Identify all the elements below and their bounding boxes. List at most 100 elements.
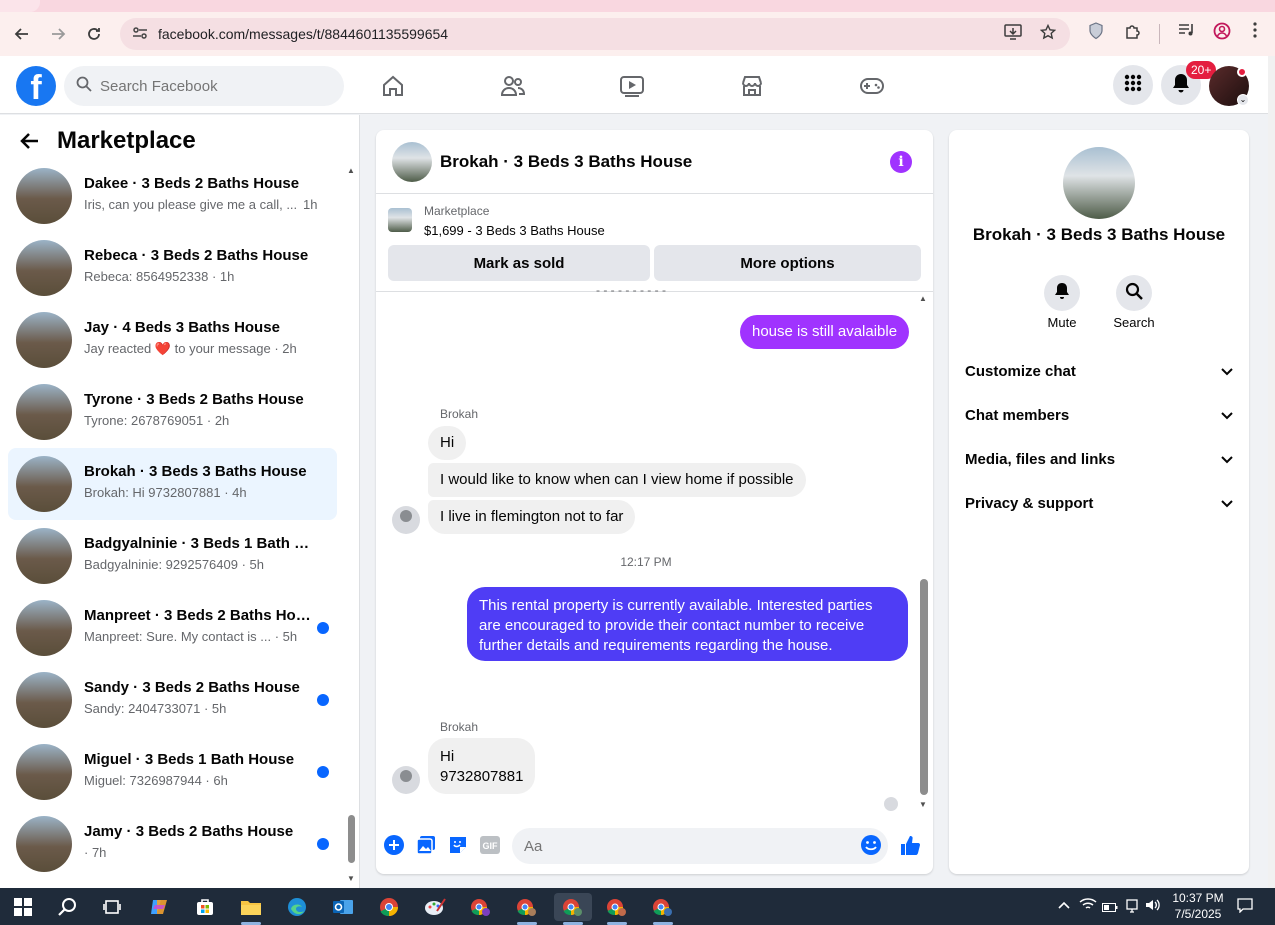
conversation-item[interactable]: Miguel · 3 Beds 1 Bath House Miguel: 7326… [8,736,337,808]
chat-listing-thumbnail[interactable] [392,142,432,182]
conversation-item[interactable]: Jay · 4 Beds 3 Baths House Jay reacted ❤️… [8,304,337,376]
back-arrow-icon[interactable] [8,20,36,48]
conversation-item[interactable]: Manpreet · 3 Beds 2 Baths Hou... Manpreet… [8,592,337,664]
install-app-icon[interactable] [1004,23,1022,45]
facebook-search[interactable] [64,66,344,106]
conversation-preview: Manpreet: Sure. My contact is ... · 5h [84,629,298,644]
wifi-icon[interactable] [1079,897,1097,914]
chrome-profile-icon[interactable] [512,893,542,921]
conversation-name: Manpreet · 3 Beds 2 Baths Hou... [84,607,314,624]
notification-center-icon[interactable] [1237,897,1253,916]
media-control-icon[interactable] [1178,22,1196,43]
customize-chat-row[interactable]: Customize chat [965,357,1233,385]
chrome-profile-icon[interactable] [602,893,632,921]
video-icon[interactable] [612,70,652,102]
clock-time: 10:37 PM [1172,891,1224,905]
file-explorer-icon[interactable] [236,893,266,921]
chat-members-row[interactable]: Chat members [965,401,1233,429]
mute-button[interactable] [1044,275,1080,311]
conversation-item[interactable]: Dakee · 3 Beds 2 Baths House Iris, can yo… [8,160,337,232]
page-scrollbar[interactable] [1268,56,1275,888]
taskbar-clock[interactable]: 10:37 PM 7/5/2025 [1163,890,1233,922]
listing-price[interactable]: $1,699 - 3 Beds 3 Baths House [424,223,605,238]
emoji-icon[interactable] [860,834,882,856]
conversation-item[interactable]: Badgyalninie · 3 Beds 1 Bath Ho... Badgya… [8,520,337,592]
site-info-icon[interactable] [132,26,152,43]
chrome-profile-icon[interactable] [648,893,678,921]
conversation-item[interactable]: Jamy · 3 Beds 2 Baths House · 7h [8,808,337,880]
gif-icon[interactable]: GIF [479,834,501,856]
sender-avatar[interactable] [392,766,420,794]
listing-thumbnail[interactable] [388,208,412,232]
scroll-down-arrow-icon[interactable]: ▼ [919,800,927,809]
extensions-puzzle-icon[interactable] [1124,22,1142,45]
sticker-icon[interactable] [447,834,469,856]
device-icon[interactable] [1125,899,1139,916]
copilot-icon[interactable] [144,893,174,921]
incoming-message[interactable]: I would like to know when can I view hom… [428,463,806,497]
address-bar[interactable]: facebook.com/messages/t/8844601135599654 [120,18,1070,50]
outgoing-message[interactable]: house is still avalaible [740,315,910,349]
incoming-message[interactable]: I live in flemington not to far [428,500,636,534]
task-view-icon[interactable] [97,893,127,921]
taskbar-search-icon[interactable] [53,893,83,921]
incoming-message[interactable]: Hi [428,426,467,460]
conversation-item[interactable]: Rebeca · 3 Beds 2 Baths House Rebeca: 856… [8,232,337,304]
paint-app-icon[interactable] [420,893,450,921]
windows-start-icon[interactable] [8,893,38,921]
menu-grid-button[interactable] [1113,65,1153,105]
store-icon[interactable] [190,893,220,921]
volume-icon[interactable] [1145,898,1161,915]
chat-title[interactable]: Brokah · 3 Beds 3 Baths House [440,152,692,172]
outgoing-message[interactable]: This rental property is currently availa… [467,587,908,661]
mark-as-sold-button[interactable]: Mark as sold [388,245,650,281]
show-hidden-icons-chevron-icon[interactable] [1058,898,1070,912]
friends-icon[interactable] [493,70,533,102]
message-composer[interactable] [512,828,888,864]
scroll-down-arrow-icon[interactable]: ▼ [347,874,355,883]
bookmark-star-icon[interactable] [1039,23,1057,45]
home-icon[interactable] [373,70,413,102]
conversation-list-scrollbar[interactable]: ▲ ▼ [346,166,356,883]
search-label: Search [1113,315,1155,330]
conversation-item[interactable]: Tyrone · 3 Beds 2 Baths House Tyrone: 267… [8,376,337,448]
browser-tab[interactable] [0,0,40,12]
photo-icon[interactable] [415,834,437,856]
incoming-message[interactable]: Hi 9732807881 [428,738,536,794]
back-arrow-icon[interactable] [20,130,40,158]
scrollbar-thumb[interactable] [920,579,928,795]
chat-scrollbar[interactable]: ▲ ▼ [918,294,930,809]
conversation-preview: Jay reacted ❤️ to your message · 2h [84,341,297,356]
thumbs-up-icon[interactable] [899,834,921,856]
shield-extension-icon[interactable] [1088,22,1104,45]
profile-icon[interactable] [1213,22,1231,45]
chrome-profile-icon[interactable] [466,893,496,921]
marketplace-icon[interactable] [732,70,772,102]
edge-icon[interactable] [282,893,312,921]
conversation-item[interactable]: Brokah · 3 Beds 3 Baths House Brokah: Hi … [8,448,337,520]
forward-arrow-icon[interactable] [44,20,72,48]
info-icon[interactable]: i [890,151,912,173]
facebook-search-input[interactable] [100,77,320,95]
chrome-profile-icon[interactable] [554,893,592,921]
search-in-conversation-button[interactable] [1116,275,1152,311]
scroll-up-arrow-icon[interactable]: ▲ [919,294,927,303]
reload-icon[interactable] [80,20,108,48]
scroll-up-arrow-icon[interactable]: ▲ [347,166,355,175]
facebook-logo-icon[interactable]: f [16,66,56,106]
conversation-item[interactable]: Sandy · 3 Beds 2 Baths House Sandy: 24047… [8,664,337,736]
outlook-icon[interactable] [328,893,358,921]
conversation-photo[interactable] [1063,147,1135,219]
account-chevron-icon[interactable]: ⌄ [1237,94,1249,106]
media-files-links-row[interactable]: Media, files and links [965,445,1233,473]
scrollbar-thumb[interactable] [348,815,355,863]
battery-icon[interactable] [1102,901,1118,915]
browser-menu-icon[interactable] [1252,22,1258,43]
message-input[interactable] [524,837,844,855]
privacy-support-row[interactable]: Privacy & support [965,489,1233,517]
sender-avatar[interactable] [392,506,420,534]
plus-circle-icon[interactable] [383,834,405,856]
more-options-button[interactable]: More options [654,245,921,281]
gaming-icon[interactable] [852,70,892,102]
chrome-icon[interactable] [374,893,404,921]
